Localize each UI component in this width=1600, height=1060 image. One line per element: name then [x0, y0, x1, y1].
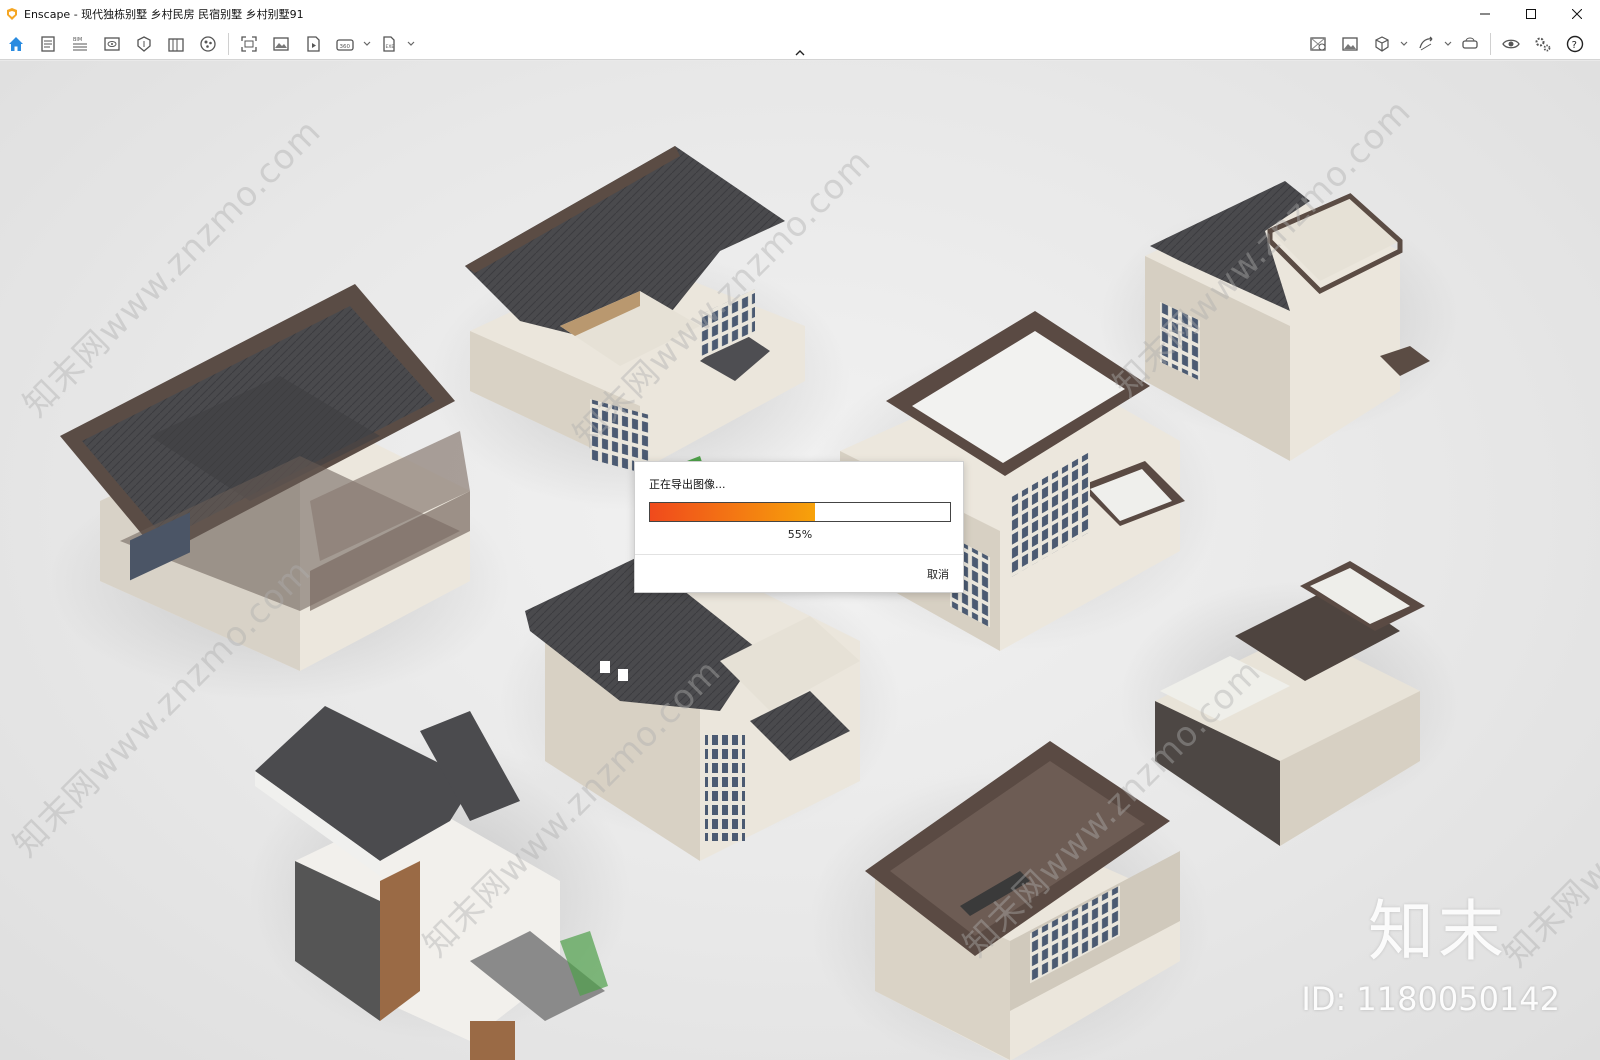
- svg-text:EXE: EXE: [386, 44, 395, 50]
- export-progress-bar: [649, 502, 951, 522]
- export-exe-icon: EXE: [383, 36, 395, 52]
- toolbar-right-group: ?: [1302, 28, 1591, 60]
- asset-library-button[interactable]: [128, 28, 160, 60]
- help-button[interactable]: ?: [1559, 28, 1591, 60]
- help-icon: ?: [1566, 35, 1584, 53]
- close-button[interactable]: [1554, 0, 1600, 28]
- export-status-message: 正在导出图像...: [649, 478, 726, 491]
- visual-settings-icon: [1502, 39, 1520, 49]
- export-progress-dialog: 正在导出图像... 55% 取消: [634, 461, 964, 593]
- image-settings-icon: [1342, 37, 1358, 51]
- cube-dropdown[interactable]: [1398, 28, 1410, 60]
- export-dropdown[interactable]: [405, 28, 417, 60]
- material-editor-icon: [168, 38, 184, 52]
- image-settings-button[interactable]: [1334, 28, 1366, 60]
- toolbar-separator: [228, 33, 229, 55]
- batch-render-button[interactable]: [265, 28, 297, 60]
- material-editor-button[interactable]: [160, 28, 192, 60]
- bim-icon: BIM: [73, 37, 87, 51]
- general-settings-icon: [1535, 37, 1551, 52]
- panorama-dropdown[interactable]: [361, 28, 373, 60]
- video-editor-icon: [307, 36, 320, 52]
- home-icon: [9, 37, 23, 51]
- chevron-down-icon: [1400, 41, 1408, 46]
- minimize-icon: [1480, 13, 1490, 15]
- svg-text:BIM: BIM: [73, 37, 82, 43]
- window-title: Enscape - 现代独栋别墅 乡村民房 民宿别墅 乡村别墅91: [24, 8, 304, 21]
- toolbar-left-group: BIM 360 EXE: [0, 28, 417, 60]
- notes-icon: [41, 36, 55, 52]
- chevron-up-icon[interactable]: [793, 48, 807, 58]
- title-bar: Enscape - 现代独栋别墅 乡村民房 民宿别墅 乡村别墅91: [0, 0, 1600, 28]
- view-management-button[interactable]: [1302, 28, 1334, 60]
- panorama-button[interactable]: 360: [329, 28, 361, 60]
- svg-text:?: ?: [1572, 40, 1577, 51]
- chevron-down-icon: [1444, 41, 1452, 46]
- toolbar-separator: [1490, 33, 1491, 55]
- sync-button[interactable]: [1410, 28, 1442, 60]
- visual-settings-button[interactable]: [1495, 28, 1527, 60]
- sync-dropdown[interactable]: [1442, 28, 1454, 60]
- export-progress-percent: 55%: [787, 528, 813, 541]
- screenshot-icon: [241, 36, 257, 52]
- export-button[interactable]: EXE: [373, 28, 405, 60]
- cube-button[interactable]: [1366, 28, 1398, 60]
- screenshot-button[interactable]: [233, 28, 265, 60]
- brand-watermark: 知末: [1368, 893, 1508, 970]
- maximize-icon: [1526, 9, 1536, 19]
- vr-headset-icon: [1462, 37, 1478, 49]
- home-button[interactable]: [0, 28, 32, 60]
- views-icon: [104, 37, 120, 51]
- vr-headset-button[interactable]: [1454, 28, 1486, 60]
- enscape-logo-icon: [7, 8, 17, 20]
- view-management-icon: [1310, 37, 1326, 51]
- bim-button[interactable]: BIM: [64, 28, 96, 60]
- notes-button[interactable]: [32, 28, 64, 60]
- panorama-360-icon: 360: [336, 39, 354, 51]
- asset-library-icon: [137, 36, 151, 52]
- chevron-down-icon: [407, 41, 415, 46]
- image-id-label: ID: 1180050142: [1301, 980, 1560, 1018]
- batch-render-icon: [273, 37, 289, 51]
- close-icon: [1572, 9, 1582, 19]
- cancel-button[interactable]: 取消: [927, 566, 949, 582]
- atmosphere-button[interactable]: [192, 28, 224, 60]
- video-editor-button[interactable]: [297, 28, 329, 60]
- chevron-down-icon: [363, 41, 371, 46]
- views-button[interactable]: [96, 28, 128, 60]
- general-settings-button[interactable]: [1527, 28, 1559, 60]
- dialog-divider: [635, 554, 963, 555]
- svg-text:360: 360: [340, 44, 351, 50]
- export-progress-fill: [650, 503, 815, 521]
- minimize-button[interactable]: [1462, 0, 1508, 28]
- enscape-window: Enscape - 现代独栋别墅 乡村民房 民宿别墅 乡村别墅91 BIM 36…: [0, 0, 1600, 1060]
- sync-icon: [1419, 36, 1433, 51]
- cube-icon: [1375, 36, 1389, 52]
- maximize-button[interactable]: [1508, 0, 1554, 28]
- atmosphere-icon: [200, 36, 216, 52]
